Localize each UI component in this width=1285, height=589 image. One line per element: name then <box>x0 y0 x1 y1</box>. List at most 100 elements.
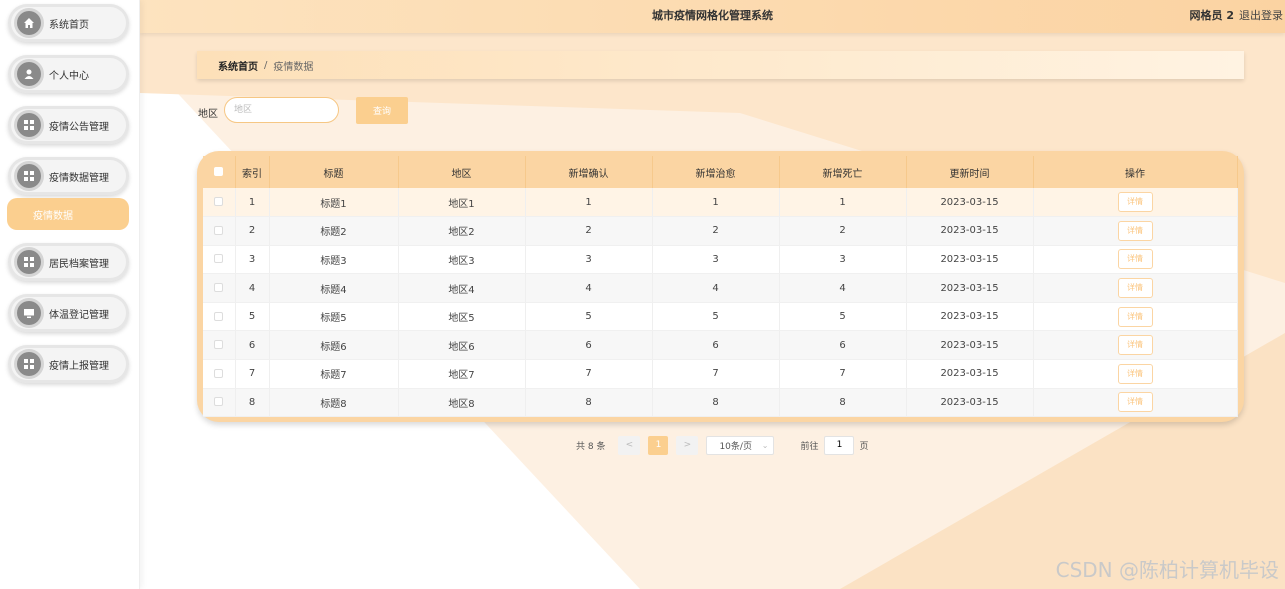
data-table-container: 索引 标题 地区 新增确认 新增治愈 新增死亡 更新时间 操作 1 标题1 地区1 1… <box>197 151 1244 422</box>
row-select-cell[interactable] <box>203 359 236 389</box>
table-cell: 1 <box>525 188 653 218</box>
breadcrumb-current: 疫情数据 <box>273 61 314 73</box>
action-cell: 详情 <box>1033 359 1238 389</box>
home-icon <box>17 11 41 35</box>
detail-button[interactable]: 详情 <box>1117 278 1153 299</box>
table-cell: 8 <box>525 388 653 418</box>
detail-button[interactable]: 详情 <box>1117 335 1153 356</box>
row-select-cell[interactable] <box>203 302 236 332</box>
table-cell: 2023-03-15 <box>906 302 1034 332</box>
table-cell: 5 <box>525 302 653 332</box>
breadcrumb-separator: / <box>264 59 268 71</box>
select-all-cell[interactable] <box>203 156 236 188</box>
table-cell: 6 <box>779 330 907 361</box>
detail-button[interactable]: 详情 <box>1117 306 1153 327</box>
row-select-cell[interactable] <box>203 216 236 246</box>
table-cell: 5 <box>652 302 780 332</box>
table-cell: 3 <box>235 245 270 275</box>
sidebar-item-label: 系统首页 <box>49 19 89 31</box>
next-page-button[interactable]: > <box>676 435 699 455</box>
table-cell: 1 <box>235 188 270 218</box>
logout-link[interactable]: 退出登录 <box>1239 7 1283 23</box>
sidebar-item-epidemic-data[interactable]: 疫情数据管理 <box>8 157 129 195</box>
table-cell: 地区4 <box>398 273 526 303</box>
table-cell: 3 <box>779 245 907 275</box>
table-cell: 标题1 <box>269 188 399 218</box>
detail-button[interactable]: 详情 <box>1117 249 1153 270</box>
row-select-cell[interactable] <box>203 273 236 303</box>
action-cell: 详情 <box>1033 245 1238 275</box>
page-number-button[interactable]: 1 <box>648 435 669 455</box>
search-input[interactable] <box>224 97 339 123</box>
table-cell: 6 <box>235 330 270 361</box>
table-cell: 4 <box>525 273 653 303</box>
goto-page-input[interactable] <box>824 435 855 455</box>
row-checkbox[interactable] <box>214 368 224 378</box>
column-header: 标题 <box>269 156 399 188</box>
column-header: 操作 <box>1033 156 1238 188</box>
row-select-cell[interactable] <box>203 388 236 418</box>
detail-button[interactable]: 详情 <box>1117 192 1153 213</box>
table-cell: 4 <box>779 273 907 303</box>
table-cell: 5 <box>235 302 270 332</box>
table-cell: 5 <box>779 302 907 332</box>
sidebar-item-announcements[interactable]: 疫情公告管理 <box>8 106 129 144</box>
table-cell: 地区3 <box>398 245 526 275</box>
row-select-cell[interactable] <box>203 330 236 361</box>
row-checkbox[interactable] <box>214 340 224 350</box>
table-cell: 2023-03-15 <box>906 216 1034 246</box>
search-button[interactable]: 查询 <box>356 97 408 124</box>
row-select-cell[interactable] <box>203 188 236 218</box>
table-cell: 6 <box>525 330 653 361</box>
breadcrumb-home[interactable]: 系统首页 <box>218 58 258 73</box>
select-all-checkbox[interactable] <box>214 167 224 176</box>
table-cell: 7 <box>235 359 270 389</box>
row-checkbox[interactable] <box>214 225 224 235</box>
row-checkbox[interactable] <box>214 254 224 264</box>
table-cell: 2023-03-15 <box>906 359 1034 389</box>
search-label: 地区 <box>198 109 218 120</box>
user-name: 网格员 2 <box>1189 9 1234 22</box>
sidebar-item-residents[interactable]: 居民档案管理 <box>8 243 129 281</box>
table-cell: 7 <box>652 359 780 389</box>
submenu-item-epidemic-data[interactable]: 疫情数据 <box>7 198 129 230</box>
row-checkbox[interactable] <box>214 283 224 293</box>
table-row: 1 标题1 地区1 1 1 1 2023-03-15 详情 <box>203 188 1238 218</box>
table-cell: 标题6 <box>269 330 399 361</box>
table-cell: 4 <box>652 273 780 303</box>
row-checkbox[interactable] <box>214 311 224 321</box>
prev-page-button[interactable]: < <box>618 435 641 455</box>
row-checkbox[interactable] <box>214 397 224 407</box>
user-icon <box>17 62 41 86</box>
sidebar-item-reports[interactable]: 疫情上报管理 <box>8 345 129 383</box>
sidebar-item-profile[interactable]: 个人中心 <box>8 55 129 93</box>
table-cell: 2023-03-15 <box>906 330 1034 361</box>
chevron-down-icon: ⌄ <box>761 440 769 450</box>
table-cell: 1 <box>652 188 780 218</box>
detail-button[interactable]: 详情 <box>1117 392 1153 413</box>
row-select-cell[interactable] <box>203 245 236 275</box>
row-checkbox[interactable] <box>214 197 224 207</box>
table-cell: 地区6 <box>398 330 526 361</box>
detail-button[interactable]: 详情 <box>1117 220 1153 241</box>
table-cell: 3 <box>525 245 653 275</box>
table-cell: 标题2 <box>269 216 399 246</box>
detail-button[interactable]: 详情 <box>1117 363 1153 384</box>
table-row: 7 标题7 地区7 7 7 7 2023-03-15 详情 <box>203 359 1238 389</box>
action-cell: 详情 <box>1033 302 1238 332</box>
table-cell: 6 <box>652 330 780 361</box>
sidebar: 系统首页 个人中心 疫情公告管理 疫情数据管理 疫情数据 居民档案管理 体温登记… <box>0 0 140 589</box>
grid-icon <box>17 164 41 188</box>
table-cell: 7 <box>525 359 653 389</box>
sidebar-item-temperature[interactable]: 体温登记管理 <box>8 294 129 332</box>
grid-icon <box>17 250 41 274</box>
column-header: 更新时间 <box>906 156 1034 188</box>
table-cell: 地区5 <box>398 302 526 332</box>
sidebar-item-home[interactable]: 系统首页 <box>8 4 129 42</box>
table-cell: 1 <box>779 188 907 218</box>
grid-icon <box>17 113 41 137</box>
page-size-select[interactable]: 10条/页 ⌄ <box>706 435 775 455</box>
table-cell: 2023-03-15 <box>906 245 1034 275</box>
sidebar-item-label: 体温登记管理 <box>49 309 109 321</box>
grid-icon <box>17 352 41 376</box>
